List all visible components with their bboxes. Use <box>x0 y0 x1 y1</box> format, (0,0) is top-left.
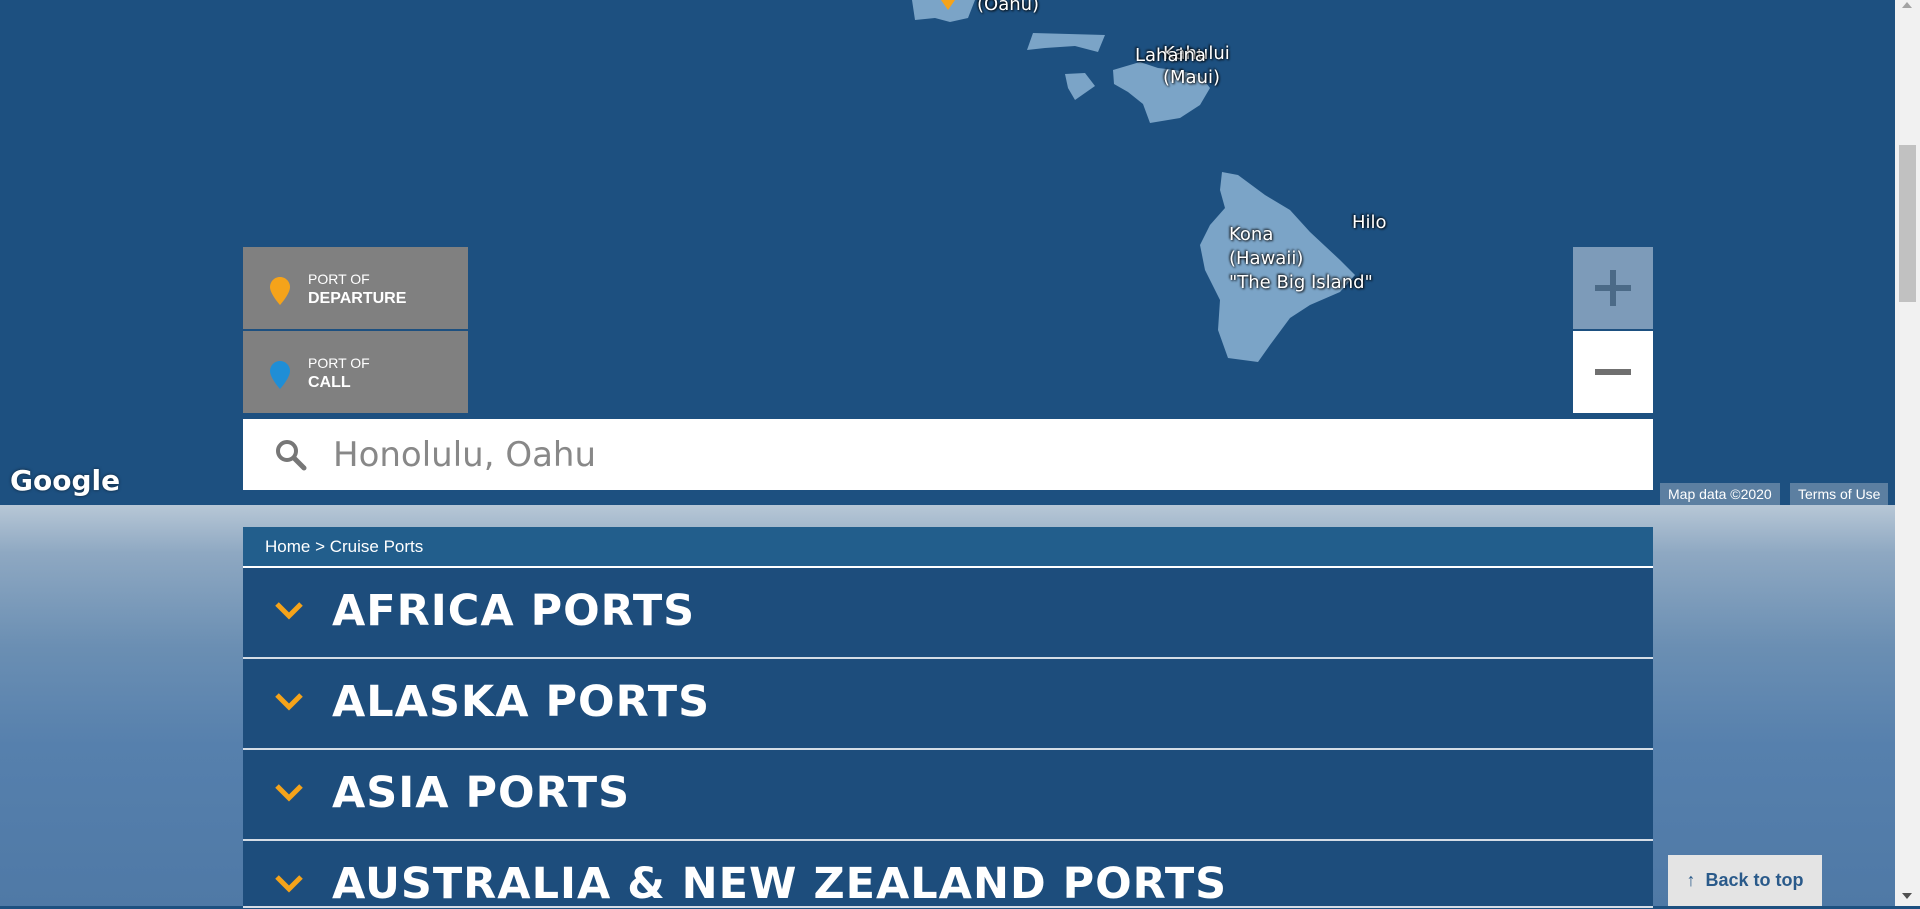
zoom-out-button[interactable] <box>1573 331 1653 413</box>
accordion-item-australia-nz-ports[interactable]: AUSTRALIA & NEW ZEALAND PORTS <box>243 841 1653 909</box>
breadcrumb-text[interactable]: Home > Cruise Ports <box>265 527 423 566</box>
zoom-in-button[interactable] <box>1573 247 1653 329</box>
arrow-up-icon: ↑ <box>1686 870 1696 890</box>
accordion-item-alaska-ports[interactable]: ALASKA PORTS <box>243 659 1653 750</box>
scrollbar[interactable] <box>1895 0 1920 906</box>
google-logo: Google <box>10 464 121 497</box>
chevron-down-icon <box>275 784 303 802</box>
kona-label: Kona (Hawaii) "The Big Island" <box>1229 224 1373 293</box>
lanai-island <box>1065 73 1095 100</box>
legend-departure-line2: DEPARTURE <box>308 290 407 307</box>
search-icon[interactable] <box>271 435 311 475</box>
legend-port-of-call[interactable]: PORT OF CALL <box>243 331 468 413</box>
accordion-label: ALASKA PORTS <box>332 677 711 727</box>
chevron-down-icon <box>275 875 303 893</box>
accordion-label: AUSTRALIA & NEW ZEALAND PORTS <box>332 859 1228 909</box>
legend-call-line2: CALL <box>308 374 351 391</box>
molokai-island <box>1027 33 1105 52</box>
chevron-down-icon <box>275 602 303 620</box>
scrollbar-thumb[interactable] <box>1899 145 1916 302</box>
search-input[interactable] <box>331 433 1635 476</box>
legend-departure-line1: PORT OF <box>308 271 370 287</box>
map-pin-icon <box>270 277 290 305</box>
minus-icon <box>1595 369 1631 375</box>
map[interactable]: (Oahu) Kahului (Maui) Lahaina Hilo Kona … <box>0 0 1895 505</box>
accordion-item-africa-ports[interactable]: AFRICA PORTS <box>243 568 1653 659</box>
chevron-down-icon <box>275 693 303 711</box>
plus-icon <box>1595 270 1631 306</box>
accordion-item-asia-ports[interactable]: ASIA PORTS <box>243 750 1653 841</box>
breadcrumb: Home > Cruise Ports <box>243 527 1653 568</box>
accordion-label: ASIA PORTS <box>332 768 631 818</box>
search-bar <box>243 419 1653 490</box>
terms-of-use-link[interactable]: Terms of Use <box>1790 483 1889 505</box>
back-to-top-label: Back to top <box>1705 870 1804 890</box>
legend-port-of-departure[interactable]: PORT OF DEPARTURE <box>243 247 468 329</box>
back-to-top-button[interactable]: ↑ Back to top <box>1668 855 1822 906</box>
scroll-up-arrow-icon[interactable] <box>1902 2 1912 8</box>
oahu-label: (Oahu) <box>977 0 1040 15</box>
accordion-label: AFRICA PORTS <box>332 586 696 636</box>
lahaina-label: Lahaina <box>1135 45 1206 66</box>
legend-call-line1: PORT OF <box>308 355 370 371</box>
map-data-attribution: Map data ©2020 <box>1660 483 1780 505</box>
map-pin-icon <box>270 361 290 389</box>
scroll-down-arrow-icon[interactable] <box>1902 893 1912 899</box>
